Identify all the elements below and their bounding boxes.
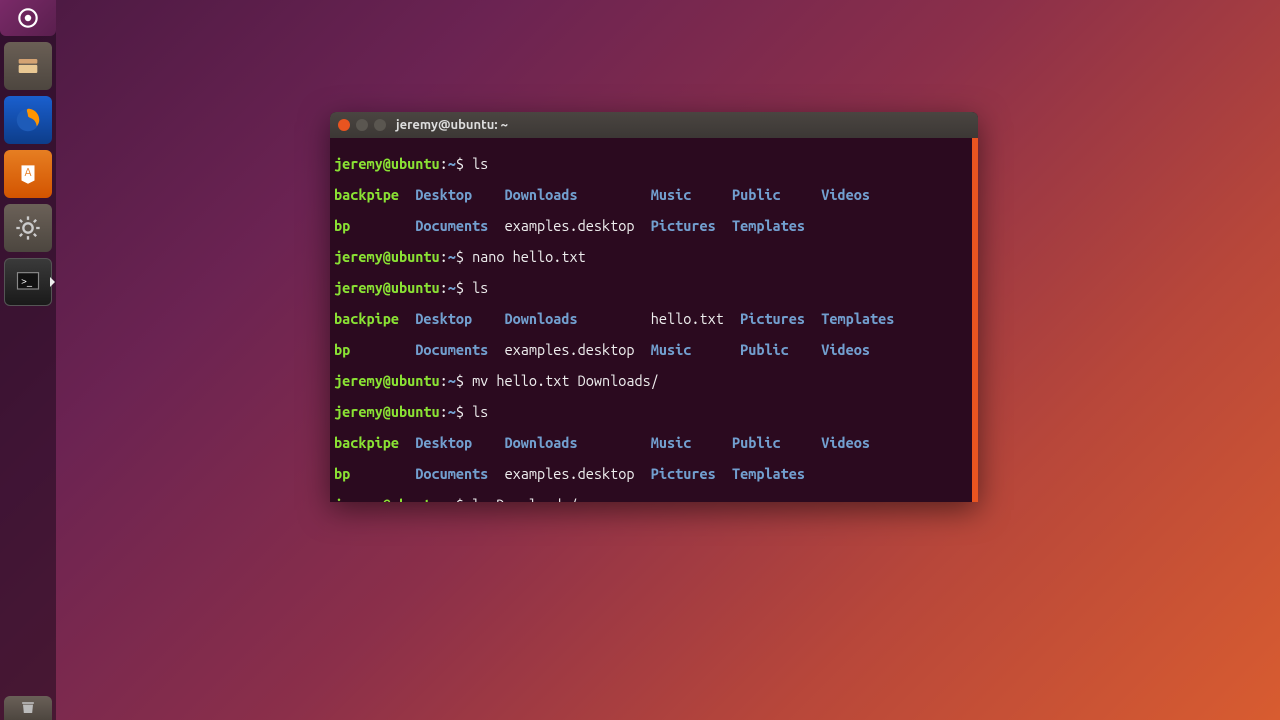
firefox-icon[interactable]	[4, 96, 52, 144]
file-entry: Documents	[415, 341, 488, 358]
file-entry: Public	[740, 341, 789, 358]
file-entry: Documents	[415, 465, 488, 482]
svg-text:A: A	[24, 167, 31, 179]
file-entry: backpipe	[334, 310, 399, 327]
titlebar[interactable]: jeremy@ubuntu: ~	[330, 112, 978, 138]
file-entry: Music	[651, 434, 692, 451]
launcher-sidebar: A >_	[0, 0, 56, 720]
files-icon[interactable]	[4, 42, 52, 90]
command-text: nano hello.txt	[472, 248, 586, 265]
file-entry: Pictures	[651, 465, 716, 482]
file-entry: bp	[334, 217, 350, 234]
scrollbar[interactable]	[972, 138, 978, 502]
file-entry: Videos	[821, 186, 870, 203]
file-entry: Templates	[732, 217, 805, 234]
file-entry: Downloads	[505, 186, 578, 203]
command-text: ls	[472, 279, 488, 296]
minimize-button[interactable]	[356, 119, 368, 131]
file-entry: backpipe	[334, 434, 399, 451]
file-entry: Music	[651, 341, 692, 358]
file-entry: hello.txt	[651, 310, 724, 327]
file-entry: Pictures	[740, 310, 805, 327]
file-entry: examples.desktop	[505, 217, 635, 234]
file-entry: Desktop	[415, 310, 472, 327]
file-entry: Downloads	[505, 310, 578, 327]
trash-icon[interactable]	[4, 696, 52, 720]
file-entry: Desktop	[415, 434, 472, 451]
dash-icon[interactable]	[0, 0, 56, 36]
file-entry: Templates	[732, 465, 805, 482]
svg-text:>_: >_	[21, 274, 33, 286]
file-entry: examples.desktop	[505, 465, 635, 482]
file-entry: examples.desktop	[505, 341, 635, 358]
file-entry: Videos	[821, 434, 870, 451]
terminal-icon[interactable]: >_	[4, 258, 52, 306]
terminal-body[interactable]: jeremy@ubuntu:~$ ls backpipe Desktop Dow…	[330, 138, 978, 502]
command-text: ls Downloads/	[472, 496, 578, 503]
file-entry: Public	[732, 186, 781, 203]
file-entry: Music	[651, 186, 692, 203]
file-entry: backpipe	[334, 186, 399, 203]
file-entry: Desktop	[415, 186, 472, 203]
terminal-window: jeremy@ubuntu: ~ jeremy@ubuntu:~$ ls bac…	[330, 112, 978, 502]
close-button[interactable]	[338, 119, 350, 131]
file-entry: bp	[334, 465, 350, 482]
prompt-user: jeremy@ubuntu	[334, 155, 440, 172]
file-entry: Pictures	[651, 217, 716, 234]
maximize-button[interactable]	[374, 119, 386, 131]
settings-icon[interactable]	[4, 204, 52, 252]
window-title: jeremy@ubuntu: ~	[396, 118, 508, 132]
file-entry: Videos	[821, 341, 870, 358]
file-entry: Templates	[821, 310, 894, 327]
file-entry: Downloads	[505, 434, 578, 451]
file-entry: Public	[732, 434, 781, 451]
command-text: ls	[472, 155, 488, 172]
command-text: mv hello.txt Downloads/	[472, 372, 659, 389]
window-controls	[338, 119, 386, 131]
file-entry: Documents	[415, 217, 488, 234]
command-text: ls	[472, 403, 488, 420]
file-entry: bp	[334, 341, 350, 358]
software-center-icon[interactable]: A	[4, 150, 52, 198]
